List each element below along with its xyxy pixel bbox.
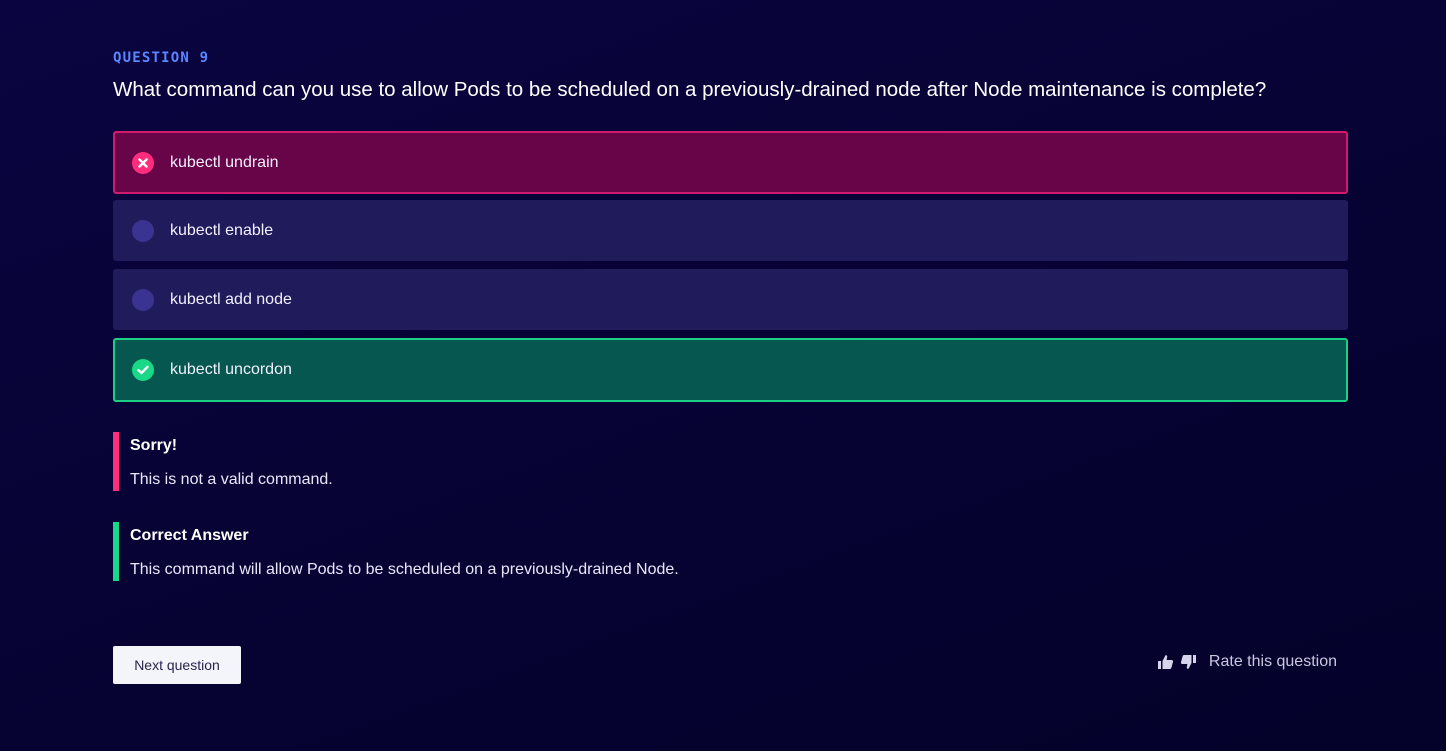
answer-options: kubectl undrain kubectl enable kubectl a… — [113, 131, 1348, 410]
incorrect-feedback-text: This is not a valid command. — [130, 471, 333, 488]
incorrect-feedback-title: Sorry! — [130, 437, 178, 454]
incorrect-feedback: Sorry! This is not a valid command. — [113, 432, 1013, 491]
next-question-button[interactable]: Next question — [113, 646, 241, 684]
answer-option-uncordon[interactable]: kubectl uncordon — [113, 338, 1348, 402]
answer-option-label: kubectl add node — [170, 290, 292, 308]
answer-option-undrain[interactable]: kubectl undrain — [113, 131, 1348, 194]
thumbs-up-icon[interactable] — [1157, 653, 1175, 671]
x-circle-icon — [132, 151, 154, 174]
question-text: What command can you use to allow Pods t… — [113, 78, 1267, 101]
radio-empty-icon — [132, 219, 154, 242]
answer-option-label: kubectl enable — [170, 221, 274, 239]
check-circle-icon — [132, 359, 154, 381]
correct-feedback-title: Correct Answer — [130, 527, 249, 544]
thumbs-down-icon[interactable] — [1180, 653, 1198, 671]
incorrect-feedback-bar — [113, 432, 119, 491]
correct-feedback-text: This command will allow Pods to be sched… — [130, 561, 679, 578]
rate-question: Rate this question — [1157, 653, 1337, 671]
answer-option-label: kubectl uncordon — [170, 361, 292, 378]
answer-option-add-node[interactable]: kubectl add node — [113, 269, 1348, 330]
answer-option-enable[interactable]: kubectl enable — [113, 200, 1348, 261]
question-number: QUESTION 9 — [113, 50, 210, 66]
correct-feedback-bar — [113, 522, 119, 581]
answer-option-label: kubectl undrain — [170, 153, 279, 171]
correct-answer-feedback: Correct Answer This command will allow P… — [113, 522, 1013, 581]
rate-question-label: Rate this question — [1208, 653, 1337, 670]
radio-empty-icon — [132, 288, 154, 311]
